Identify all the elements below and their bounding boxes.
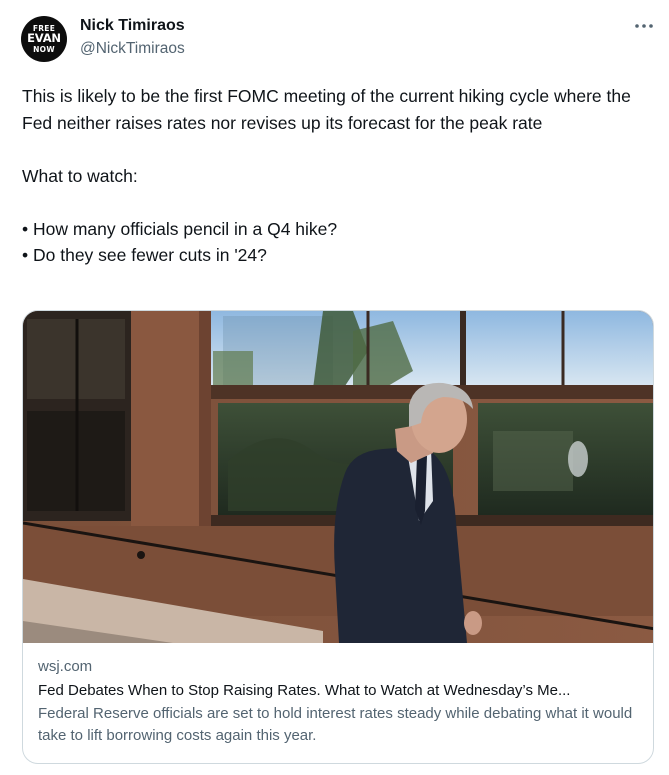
card-meta[interactable]: wsj.com Fed Debates When to Stop Raising… xyxy=(38,657,643,746)
tweet-text: This is likely to be the first FOMC meet… xyxy=(22,83,658,269)
more-horizontal-icon[interactable] xyxy=(632,14,656,38)
card-description: Federal Reserve officials are set to hol… xyxy=(38,705,633,744)
avatar[interactable]: FREE EVAN NOW xyxy=(21,16,67,62)
avatar-text-line-2: EVAN xyxy=(27,31,61,46)
tweet-bullet: • Do they see fewer cuts in '24? xyxy=(22,245,267,265)
link-card[interactable]: wsj.com Fed Debates When to Stop Raising… xyxy=(22,310,654,764)
card-domain: wsj.com xyxy=(38,658,93,675)
tweet-paragraph: This is likely to be the first FOMC meet… xyxy=(22,86,631,133)
card-title[interactable]: Fed Debates When to Stop Raising Rates. … xyxy=(38,680,643,702)
card-image[interactable] xyxy=(23,311,654,643)
tweet-bullet: • How many officials pencil in a Q4 hike… xyxy=(22,218,338,239)
avatar-text-line-3: NOW xyxy=(33,44,55,54)
tweet[interactable]: FREE EVAN NOW Nick Timiraos @NickTimirao… xyxy=(0,0,669,775)
tweet-paragraph: What to watch: xyxy=(22,165,138,186)
author-display-name[interactable]: Nick Timiraos xyxy=(80,17,185,35)
author-handle[interactable]: @NickTimiraos xyxy=(80,40,185,58)
